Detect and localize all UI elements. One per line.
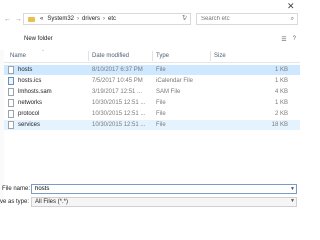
toolbar: New folder ☰ ? <box>0 35 300 49</box>
search-icon: ⌕ <box>290 15 294 22</box>
back-arrow-icon[interactable]: ← <box>4 16 11 23</box>
column-divider[interactable] <box>210 51 211 61</box>
breadcrumb-drivers[interactable]: drivers <box>80 16 102 22</box>
file-date: 7/5/2017 10:45 PM <box>92 78 143 84</box>
breadcrumb-overflow[interactable]: « <box>38 16 45 22</box>
file-type: File <box>156 111 166 117</box>
file-name: lmhosts.sam <box>18 89 52 95</box>
file-date: 10/30/2015 12:51 ... <box>92 111 146 117</box>
filename-row: File name: ▼ <box>0 183 300 195</box>
column-name[interactable]: Name <box>10 53 26 59</box>
chevron-down-icon[interactable]: ▼ <box>290 198 295 204</box>
file-date: 8/10/2017 6:37 PM <box>92 67 143 73</box>
file-icon <box>8 88 14 96</box>
file-type: iCalendar File <box>156 78 194 84</box>
file-icon <box>8 110 14 118</box>
file-row[interactable]: services 10/30/2015 12:51 ... File 18 KB <box>4 120 300 130</box>
toolbar-right: ☰ ? <box>281 36 296 43</box>
file-icon <box>8 99 14 107</box>
file-type: File <box>156 67 166 73</box>
file-type: SAM File <box>156 89 181 95</box>
file-type: File <box>156 122 166 128</box>
chevron-down-icon[interactable]: ▼ <box>290 186 295 192</box>
calendar-file-icon <box>8 77 14 85</box>
file-row[interactable]: hosts 8/10/2017 6:37 PM File 1 KB <box>4 65 300 75</box>
filetype-label: ve as type: <box>0 199 30 205</box>
file-size: 1 KB <box>274 78 288 84</box>
file-row[interactable]: lmhosts.sam 3/19/2017 12:51 ... SAM File… <box>4 87 300 97</box>
column-header: Name ^ Date modified Type Size <box>4 48 300 63</box>
file-size: 1 KB <box>274 67 288 73</box>
file-size: 2 KB <box>274 111 288 117</box>
sort-up-icon: ^ <box>42 48 44 53</box>
navigation-buttons: ← → <box>4 13 22 26</box>
column-size[interactable]: Size <box>214 53 226 59</box>
filename-label: File name: <box>2 186 31 192</box>
breadcrumb-system32[interactable]: System32 <box>45 16 76 22</box>
file-icon <box>8 66 14 74</box>
file-name: hosts.ics <box>18 78 42 84</box>
file-name: protocol <box>18 111 40 117</box>
column-divider[interactable] <box>88 51 89 61</box>
file-size: 4 KB <box>274 89 288 95</box>
address-row: ← → « System32 › drivers › etc ⌄ ↻ ⌕ <box>0 11 300 28</box>
file-name: hosts <box>18 67 33 73</box>
column-date-modified[interactable]: Date modified <box>92 53 129 59</box>
file-name: services <box>18 122 41 128</box>
close-icon[interactable]: ✕ <box>287 1 295 11</box>
filetype-select[interactable]: All Files (*.*) <box>31 197 297 207</box>
breadcrumb-etc[interactable]: etc <box>106 16 118 22</box>
file-icon <box>8 121 14 129</box>
filetype-value: All Files (*.*) <box>35 199 69 205</box>
column-divider[interactable] <box>152 51 153 61</box>
column-type[interactable]: Type <box>156 53 169 59</box>
file-row[interactable]: protocol 10/30/2015 12:51 ... File 2 KB <box>4 109 300 119</box>
file-row[interactable]: hosts.ics 7/5/2017 10:45 PM iCalendar Fi… <box>4 76 300 86</box>
address-bar[interactable]: « System32 › drivers › etc ⌄ <box>23 13 191 25</box>
refresh-icon[interactable]: ↻ <box>182 14 187 21</box>
file-date: 3/19/2017 12:51 ... <box>92 89 143 95</box>
file-type: File <box>156 100 166 106</box>
file-name: networks <box>18 100 43 106</box>
file-row[interactable]: networks 10/30/2015 12:51 ... File 1 KB <box>4 98 300 108</box>
file-date: 10/30/2015 12:51 ... <box>92 122 146 128</box>
new-folder-button[interactable]: New folder <box>24 36 53 42</box>
file-size: 18 KB <box>271 122 288 128</box>
file-date: 10/30/2015 12:51 ... <box>92 100 146 106</box>
file-size: 1 KB <box>274 100 288 106</box>
search-box[interactable]: ⌕ <box>196 13 298 25</box>
forward-arrow-icon[interactable]: → <box>15 16 22 23</box>
filename-input[interactable] <box>31 184 297 194</box>
help-icon[interactable]: ? <box>293 36 296 43</box>
filetype-row: ve as type: All Files (*.*) ▼ <box>0 196 300 208</box>
view-options-icon[interactable]: ☰ <box>281 36 286 43</box>
file-list: Name ^ Date modified Type Size hosts 8/1… <box>4 48 300 204</box>
search-input[interactable] <box>197 16 281 22</box>
folder-icon <box>28 16 35 22</box>
